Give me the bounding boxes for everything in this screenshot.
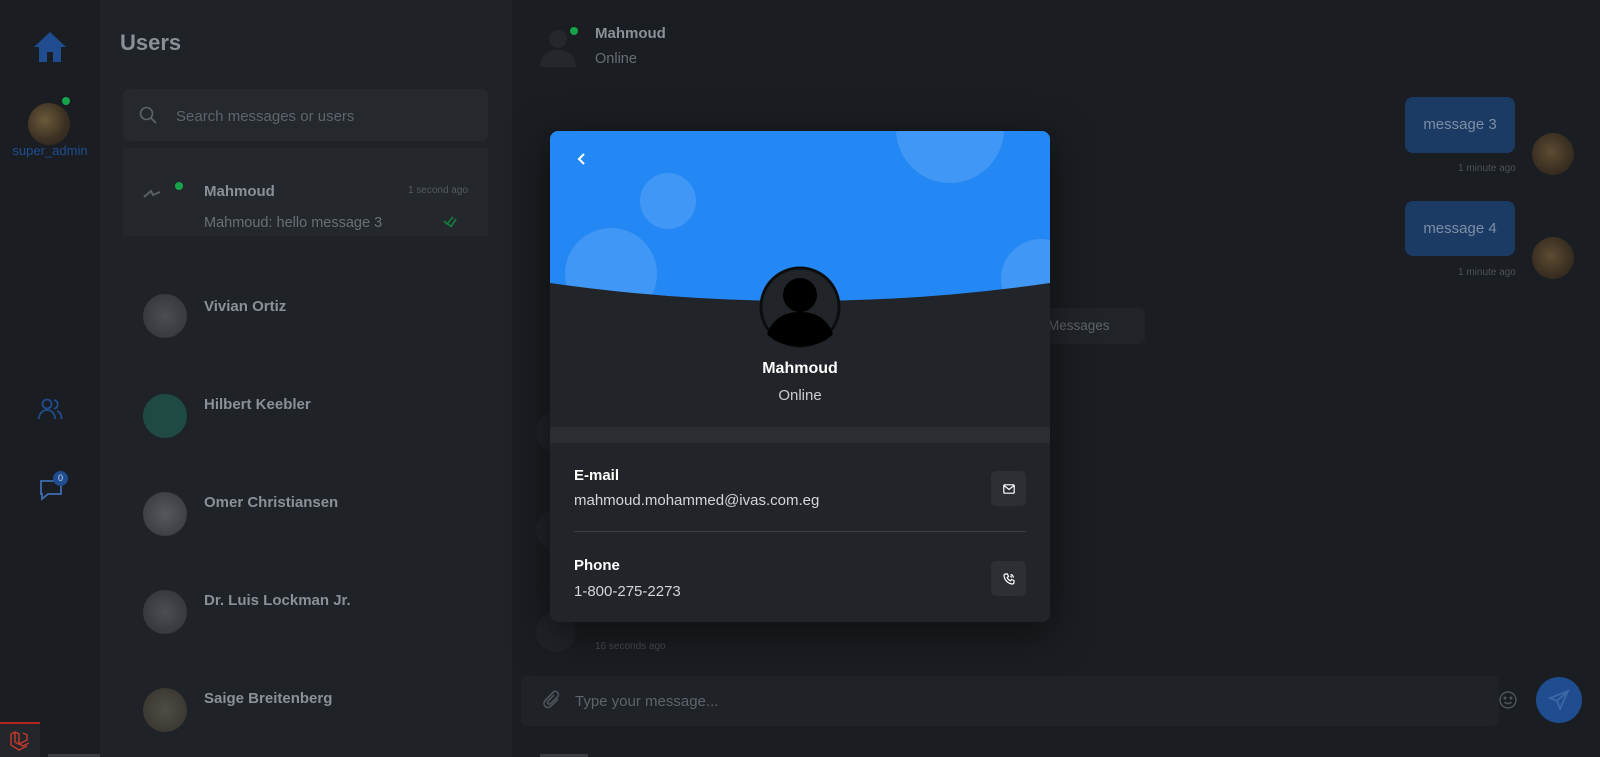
section-separator bbox=[550, 427, 1050, 443]
conversation-item[interactable]: Dr. Luis Lockman Jr. bbox=[123, 548, 488, 636]
profile-modal: Mahmoud Online E-mail mahmoud.mohammed@i… bbox=[550, 131, 1050, 622]
conversation-item[interactable]: Hilbert Keebler bbox=[123, 352, 488, 440]
phone-icon bbox=[1002, 572, 1015, 585]
back-icon bbox=[577, 153, 585, 165]
users-icon[interactable] bbox=[37, 396, 63, 422]
conversation-item[interactable]: Mahmoud 1 second ago Mahmoud: hello mess… bbox=[123, 148, 488, 236]
online-indicator bbox=[175, 182, 183, 190]
profile-status: Online bbox=[778, 387, 822, 404]
message-time: 1 minute ago bbox=[1458, 267, 1516, 278]
conversation-name: Hilbert Keebler bbox=[204, 396, 311, 413]
message-time: 1 minute ago bbox=[1458, 163, 1516, 174]
info-divider bbox=[574, 531, 1026, 532]
conversation-preview: Mahmoud: hello message 3 bbox=[204, 215, 383, 231]
message-input[interactable] bbox=[575, 686, 1455, 716]
conversation-item[interactable]: Saige Breitenberg bbox=[123, 646, 488, 734]
search-input[interactable] bbox=[176, 100, 476, 132]
laravel-icon bbox=[10, 731, 30, 751]
message-avatar bbox=[1532, 133, 1574, 175]
conversation-time: 1 second ago bbox=[407, 185, 468, 196]
message-avatar bbox=[1532, 237, 1574, 279]
home-icon[interactable] bbox=[32, 30, 68, 64]
conversation-avatar bbox=[143, 492, 187, 536]
email-label: E-mail bbox=[574, 467, 620, 484]
left-rail: super_admin 0 bbox=[0, 0, 392, 757]
conversation-name: Saige Breitenberg bbox=[204, 690, 333, 707]
conversation-avatar bbox=[143, 590, 187, 634]
profile-avatar bbox=[759, 266, 841, 348]
conversation-avatar bbox=[143, 186, 161, 198]
conversation-avatar bbox=[143, 688, 187, 732]
phone-button[interactable] bbox=[991, 561, 1026, 596]
conversation-item[interactable]: Omer Christiansen bbox=[123, 450, 488, 538]
email-value: mahmoud.mohammed@ivas.com.eg bbox=[574, 492, 820, 509]
chat-count-badge: 0 bbox=[53, 471, 68, 486]
laravel-debugbar[interactable] bbox=[0, 722, 40, 757]
conversation-item[interactable]: Vivian Ortiz bbox=[123, 254, 488, 342]
mail-icon bbox=[1002, 483, 1015, 494]
message-bubble[interactable]: message 3 bbox=[1405, 97, 1515, 153]
users-title: Users bbox=[120, 30, 182, 55]
send-icon bbox=[1548, 689, 1570, 711]
chat-header-status: Online bbox=[595, 51, 637, 67]
current-user-avatar[interactable] bbox=[28, 103, 70, 145]
double-check-icon bbox=[443, 216, 457, 228]
message-bubble[interactable]: message 4 bbox=[1405, 201, 1515, 256]
app: super_admin 0 Users Mahmoud 1 second bbox=[0, 0, 1600, 757]
conversation-name: Dr. Luis Lockman Jr. bbox=[204, 592, 351, 609]
conversation-avatar bbox=[143, 294, 187, 338]
chat-header-name: Mahmoud bbox=[595, 25, 666, 42]
message-time: 16 seconds ago bbox=[595, 641, 666, 652]
conversation-name: Omer Christiansen bbox=[204, 494, 339, 511]
attach-icon[interactable] bbox=[542, 690, 562, 710]
online-indicator bbox=[62, 97, 70, 105]
search-icon bbox=[139, 106, 157, 124]
online-indicator bbox=[570, 27, 578, 35]
email-button[interactable] bbox=[991, 471, 1026, 506]
emoji-icon[interactable] bbox=[1498, 690, 1518, 710]
back-button[interactable] bbox=[570, 147, 594, 171]
banner-decoration bbox=[896, 131, 1004, 183]
conversation-name: Mahmoud bbox=[204, 183, 275, 200]
phone-value: 1-800-275-2273 bbox=[574, 583, 681, 600]
phone-label: Phone bbox=[574, 557, 620, 574]
banner-decoration bbox=[640, 173, 696, 229]
current-user-name: super_admin bbox=[12, 143, 88, 158]
conversation-avatar bbox=[143, 394, 187, 438]
profile-name: Mahmoud bbox=[762, 360, 838, 377]
conversation-name: Vivian Ortiz bbox=[204, 298, 287, 315]
